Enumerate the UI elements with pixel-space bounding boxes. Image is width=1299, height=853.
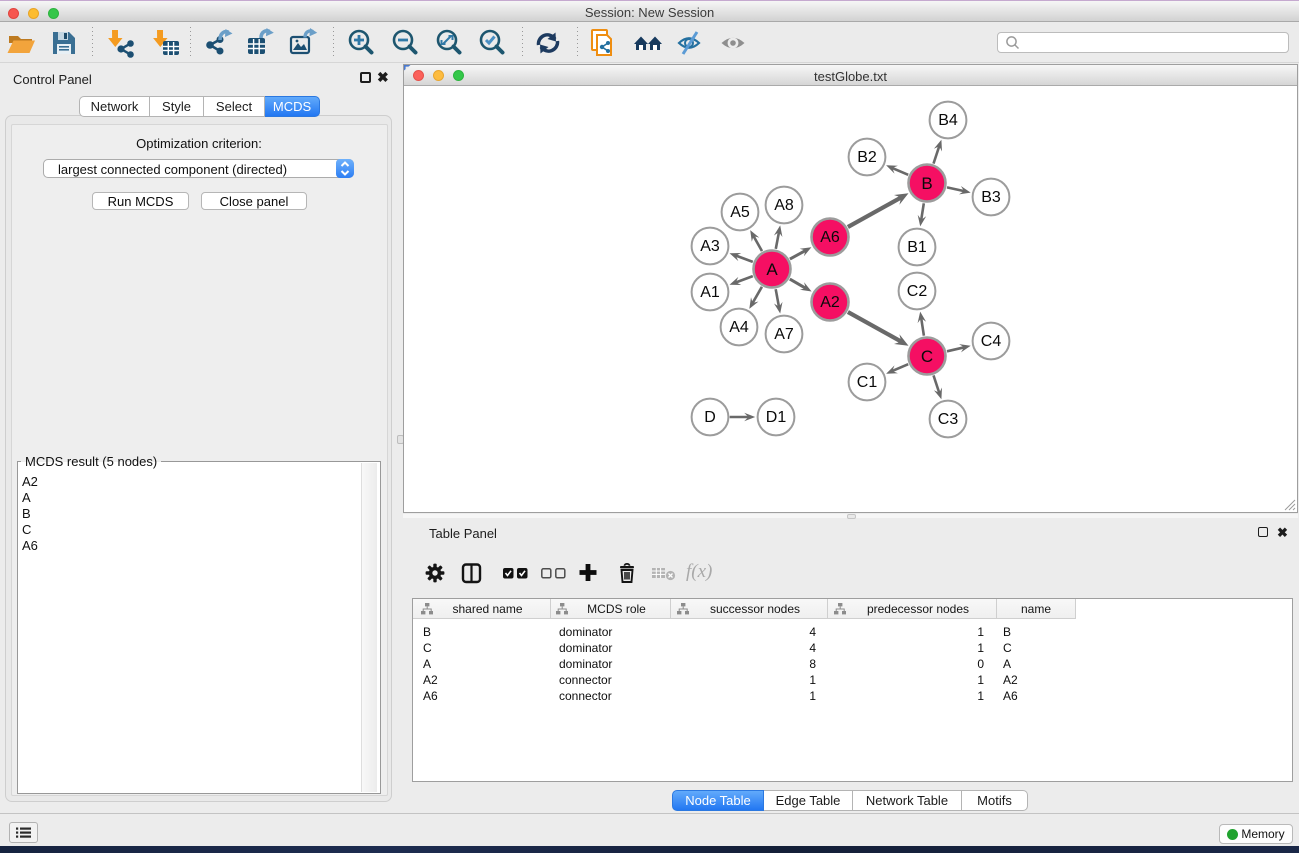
svg-text:A1: A1 bbox=[700, 284, 720, 301]
svg-text:B1: B1 bbox=[907, 239, 927, 256]
svg-text:C: C bbox=[921, 347, 933, 366]
svg-text:A: A bbox=[766, 260, 778, 279]
svg-text:A4: A4 bbox=[729, 319, 749, 336]
svg-text:C1: C1 bbox=[857, 374, 878, 391]
svg-text:A2: A2 bbox=[820, 294, 840, 311]
svg-text:D: D bbox=[704, 409, 716, 426]
svg-text:A3: A3 bbox=[700, 238, 720, 255]
svg-text:B2: B2 bbox=[857, 149, 877, 166]
svg-text:C3: C3 bbox=[938, 411, 959, 428]
svg-text:A7: A7 bbox=[774, 326, 794, 343]
svg-text:A8: A8 bbox=[774, 197, 794, 214]
svg-text:B4: B4 bbox=[938, 112, 958, 129]
svg-text:A5: A5 bbox=[730, 204, 750, 221]
svg-text:A6: A6 bbox=[820, 229, 840, 246]
svg-text:D1: D1 bbox=[766, 409, 787, 426]
svg-text:C4: C4 bbox=[981, 333, 1002, 350]
svg-text:B3: B3 bbox=[981, 189, 1001, 206]
svg-text:B: B bbox=[921, 174, 932, 193]
svg-text:C2: C2 bbox=[907, 283, 928, 300]
